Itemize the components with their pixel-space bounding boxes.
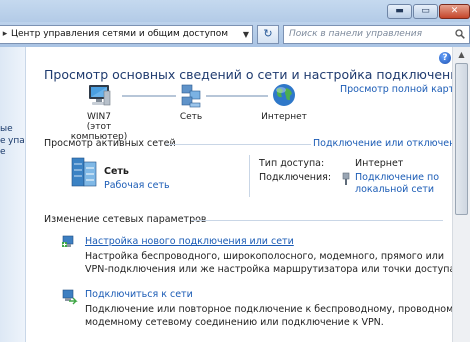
lan-connection-link[interactable]: Подключение по локальной сети bbox=[355, 172, 439, 196]
connect-disconnect-link[interactable]: Подключение или отключение bbox=[313, 138, 467, 149]
vertical-divider bbox=[249, 155, 250, 197]
lan-connection-link-line2[interactable]: локальной сети bbox=[355, 184, 439, 196]
close-button[interactable]: ✕ bbox=[439, 4, 470, 19]
section-divider bbox=[166, 144, 311, 145]
access-type-value: Интернет bbox=[355, 158, 404, 169]
connect-to-network-link[interactable]: Подключиться к сети bbox=[85, 289, 193, 300]
map-computer-node[interactable]: WIN7 (этот компьютер) bbox=[64, 83, 134, 142]
refresh-icon: ↻ bbox=[263, 27, 273, 40]
new-connection-icon[interactable] bbox=[60, 233, 78, 251]
map-network-node[interactable]: Сеть bbox=[166, 83, 216, 122]
left-pane-link-fragment[interactable]: е bbox=[0, 147, 6, 157]
task-description-line: Настройка беспроводного, широкополосного… bbox=[85, 251, 445, 262]
connect-to-network-description: Подключение или повторное подключение к … bbox=[85, 303, 462, 329]
scroll-up-arrow-icon[interactable]: ▲ bbox=[453, 47, 470, 63]
navigation-bar: ▸ Центр управления сетями и общим доступо… bbox=[0, 22, 470, 47]
minimize-button[interactable]: ▬ bbox=[387, 4, 412, 19]
left-pane-link-fragment[interactable]: е bbox=[0, 136, 6, 146]
access-type-label: Тип доступа: bbox=[259, 158, 325, 169]
search-icon[interactable] bbox=[455, 26, 465, 43]
page-title: Просмотр основных сведений о сети и наст… bbox=[44, 67, 467, 82]
address-dropdown-icon[interactable]: ▼ bbox=[243, 26, 249, 43]
breadcrumb-arrow-icon[interactable]: ▸ bbox=[0, 26, 11, 43]
internet-node-label: Интернет bbox=[261, 112, 307, 122]
breadcrumb-current[interactable]: Центр управления сетями и общим доступом bbox=[11, 29, 228, 39]
globe-icon bbox=[273, 84, 295, 106]
active-networks-header: Просмотр активных сетей bbox=[44, 138, 176, 149]
lan-connection-link-line1[interactable]: Подключение по bbox=[355, 172, 439, 184]
vertical-scrollbar[interactable]: ▲ bbox=[452, 47, 470, 342]
task-description-line: модемному сетевому соединению или подклю… bbox=[85, 317, 384, 328]
main-content: ? Просмотр основных сведений о сети и на… bbox=[26, 47, 470, 342]
help-icon[interactable]: ? bbox=[439, 52, 451, 64]
network-type-link[interactable]: Рабочая сеть bbox=[104, 180, 170, 191]
map-internet-node[interactable]: Интернет bbox=[256, 83, 312, 122]
change-settings-header: Изменение сетевых параметров bbox=[44, 214, 207, 225]
network-node-label: Сеть bbox=[179, 112, 203, 122]
left-pane-link-fragment[interactable]: ые bbox=[0, 124, 13, 134]
view-full-map-link[interactable]: Просмотр полной карты bbox=[340, 84, 462, 95]
active-network-name: Сеть bbox=[104, 166, 129, 177]
scrollbar-thumb[interactable] bbox=[455, 63, 468, 215]
address-bar[interactable]: ▸ Центр управления сетями и общим доступо… bbox=[0, 25, 253, 44]
network-icon bbox=[181, 84, 201, 108]
left-pane-link-fragment[interactable]: упа bbox=[8, 136, 25, 146]
setup-new-connection-description: Настройка беспроводного, широкополосного… bbox=[85, 250, 458, 276]
connect-to-network-icon[interactable] bbox=[60, 287, 78, 305]
maximize-button[interactable]: ▭ bbox=[413, 4, 438, 19]
task-description-line: VPN-подключения или же настройка маршрут… bbox=[85, 264, 459, 275]
work-network-icon[interactable] bbox=[70, 156, 100, 190]
search-placeholder: Поиск в панели управления bbox=[289, 29, 422, 39]
computer-name: WIN7 bbox=[86, 112, 111, 122]
window-titlebar: ▬ ▭ ✕ bbox=[0, 0, 470, 22]
computer-icon bbox=[89, 85, 111, 106]
task-description-line: Подключение или повторное подключение к … bbox=[85, 304, 462, 315]
ethernet-icon bbox=[342, 172, 350, 185]
connections-label: Подключения: bbox=[259, 172, 332, 183]
left-navigation-pane: ые е упа е bbox=[0, 47, 26, 342]
refresh-button[interactable]: ↻ bbox=[257, 25, 279, 44]
search-input[interactable]: Поиск в панели управления bbox=[283, 25, 470, 44]
section-divider bbox=[191, 220, 443, 221]
setup-new-connection-link[interactable]: Настройка нового подключения или сети bbox=[85, 236, 294, 247]
